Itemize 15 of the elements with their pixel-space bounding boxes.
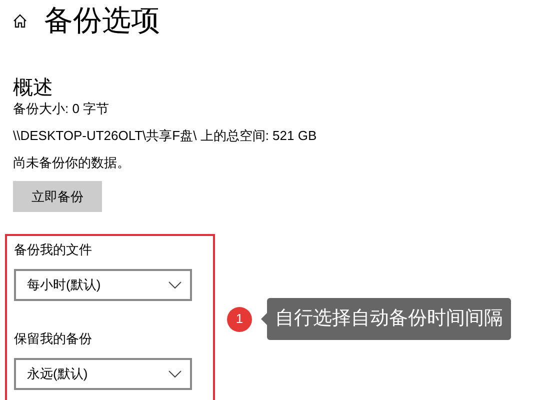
section-heading: 概述 <box>13 76 53 100</box>
setting-label: 备份我的文件 <box>14 242 92 258</box>
step-badge: 1 <box>227 306 252 332</box>
dropdown[interactable]: 每小时(默认) <box>14 269 192 301</box>
info-text: 尚未备份你的数据。 <box>13 155 130 171</box>
backup-now-button[interactable]: 立即备份 <box>13 181 102 212</box>
callout-tooltip: 自行选择自动备份时间间隔 <box>261 298 511 340</box>
page-title: 备份选项 <box>44 6 160 36</box>
chevron-down-icon <box>168 370 182 378</box>
chevron-down-icon <box>168 281 182 289</box>
info-text: 备份大小: 0 字节 <box>13 101 110 117</box>
info-text: \\DESKTOP-UT26OLT\共享F盘\ 上的总空间: 521 GB <box>13 128 317 144</box>
setting-label: 保留我的备份 <box>14 331 92 347</box>
dropdown[interactable]: 永远(默认) <box>14 358 192 390</box>
home-icon[interactable] <box>12 13 28 29</box>
